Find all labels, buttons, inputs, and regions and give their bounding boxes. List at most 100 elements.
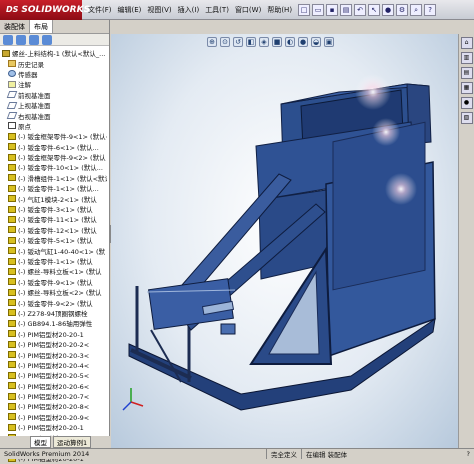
light-glint-1 bbox=[355, 74, 391, 110]
feature-tree-icon[interactable] bbox=[3, 35, 13, 45]
part-icon bbox=[8, 361, 16, 369]
menu-view[interactable]: 视图(V) bbox=[147, 5, 171, 15]
solidworks-logo[interactable]: DS SOLIDWORKS bbox=[0, 0, 90, 20]
tree-item-label: (-) PIM铝型材20-20-6< bbox=[18, 382, 90, 391]
graphics-viewport[interactable] bbox=[111, 34, 458, 448]
view-settings-icon[interactable]: ▣ bbox=[324, 37, 334, 47]
tree-item[interactable]: (-) 钣金零件-9<1> (默认 bbox=[2, 277, 107, 287]
file-explorer-icon[interactable]: ▤ bbox=[460, 67, 473, 79]
tree-item[interactable]: (-) GB894.1-86轴用弹性 bbox=[2, 318, 107, 328]
appearances-icon[interactable]: ● bbox=[460, 97, 473, 109]
tab-assembly[interactable]: 装配体 bbox=[0, 20, 30, 33]
config-manager-icon[interactable] bbox=[29, 35, 39, 45]
tree-item-label: (-) 钣金框架零件-9<2> (默认 bbox=[18, 154, 106, 163]
tree-item[interactable]: 前视基准面 bbox=[2, 90, 107, 100]
save-icon[interactable]: ▪ bbox=[326, 3, 339, 16]
light-glint-2 bbox=[372, 118, 400, 146]
open-icon[interactable]: ▭ bbox=[312, 3, 325, 16]
part-icon bbox=[8, 247, 16, 255]
tree-item[interactable]: 原点 bbox=[2, 121, 107, 131]
tree-item[interactable]: (-) 螺丝-导料立板<2> (默认 bbox=[2, 287, 107, 297]
tree-item[interactable]: (-) PIM铝型材20-20-5< bbox=[2, 370, 107, 380]
menu-edit[interactable]: 编辑(E) bbox=[118, 5, 142, 15]
tree-item[interactable]: (-) 钣金零件-1<1> (默认 bbox=[2, 256, 107, 266]
tree-item[interactable]: (-) 钣动气缸1-40-40<1> (默 bbox=[2, 245, 107, 256]
tree-item[interactable]: (-) PIM铝型材20-20-4< bbox=[2, 360, 107, 370]
display-manager-icon[interactable] bbox=[42, 35, 52, 45]
tab-layout[interactable]: 布局 bbox=[30, 20, 53, 33]
part-icon bbox=[8, 413, 16, 421]
tree-item[interactable]: (-) PIM铝型材20-20-7< bbox=[2, 391, 107, 401]
part-icon bbox=[8, 195, 16, 203]
body-right-inner bbox=[332, 121, 426, 291]
tree-item[interactable]: 螺丝-上料结构-1 (默认<默认_... bbox=[2, 48, 107, 58]
edit-appearance-icon[interactable]: ● bbox=[298, 37, 308, 47]
select-icon[interactable]: ↖ bbox=[368, 3, 381, 16]
tree-item-label: (-) 钣金零件-1<1> (默认 bbox=[18, 258, 93, 266]
tree-item[interactable]: (-) 钣金框架零件-9<2> (默认 bbox=[2, 152, 107, 162]
tree-item[interactable]: (-) PIM铝型材20-20-1 bbox=[2, 422, 107, 432]
tree-item[interactable]: (-) 钣金零件-6<1> (默认... bbox=[2, 142, 107, 152]
options-icon[interactable]: ⚙ bbox=[396, 3, 409, 16]
tree-item-label: 右视基准面 bbox=[18, 112, 51, 121]
tree-item[interactable]: (-) 钣金零件-3<1> (默认 bbox=[2, 204, 107, 214]
tree-item[interactable]: 注解 bbox=[2, 79, 107, 89]
zoom-to-fit-icon[interactable]: ⊕ bbox=[207, 37, 217, 47]
previous-view-icon[interactable]: ↺ bbox=[233, 37, 243, 47]
new-icon[interactable]: □ bbox=[298, 3, 311, 16]
tree-item[interactable]: 历史记录 bbox=[2, 58, 107, 69]
tab-motion-study[interactable]: 运动算例1 bbox=[53, 436, 92, 448]
view-palette-icon[interactable]: ▦ bbox=[460, 82, 473, 94]
tree-item[interactable]: (-) 钣金零件-10<1> (默认... bbox=[2, 162, 107, 172]
zoom-area-icon[interactable]: ⊙ bbox=[220, 37, 230, 47]
hide-show-icon[interactable]: ◐ bbox=[285, 37, 295, 47]
tree-item[interactable]: (-) 气缸1模块-2<1> (默认 bbox=[2, 193, 107, 204]
menu-file[interactable]: 文件(F) bbox=[88, 5, 112, 15]
tree-item[interactable]: (-) PIM铝型材20-20-8< bbox=[2, 401, 107, 411]
view-orientation-icon[interactable]: ◈ bbox=[259, 37, 269, 47]
tree-item[interactable]: (-) PIM铝型材20-20-2< bbox=[2, 339, 107, 349]
menu-insert[interactable]: 插入(I) bbox=[178, 5, 200, 15]
search-icon[interactable]: ⌕ bbox=[410, 3, 423, 16]
help-icon[interactable]: ? bbox=[424, 3, 437, 16]
tree-item[interactable]: (-) Z278-94顶圈钢螺栓 bbox=[2, 308, 107, 318]
resources-icon[interactable]: ⌂ bbox=[460, 37, 473, 49]
print-icon[interactable]: ▤ bbox=[340, 3, 353, 16]
rebuild-icon[interactable]: ● bbox=[382, 3, 395, 16]
scene-icon[interactable]: ◒ bbox=[311, 37, 321, 47]
section-view-icon[interactable]: ◧ bbox=[246, 37, 256, 47]
tree-item-label: (-) 钣金零件-1<1> (默认... bbox=[18, 185, 99, 194]
tree-item[interactable]: (-) 钣金零件-9<2> (默认 bbox=[2, 297, 107, 308]
tree-item[interactable]: (-) PIM铝型材20-20-1 bbox=[2, 329, 107, 339]
tree-item[interactable]: 右视基准面 bbox=[2, 110, 107, 121]
part-icon bbox=[8, 153, 16, 161]
tree-item[interactable]: (-) 滑槽组件-1<1> (默认<默认 bbox=[2, 173, 107, 183]
menu-help[interactable]: 帮助(H) bbox=[267, 5, 292, 15]
tree-item[interactable]: 上视基准面 bbox=[2, 100, 107, 110]
menu-tools[interactable]: 工具(T) bbox=[205, 5, 229, 15]
status-definition: 完全定义 bbox=[266, 449, 301, 459]
menu-window[interactable]: 窗口(W) bbox=[235, 5, 261, 15]
tree-item[interactable]: (-) 钣金零件-11<1> (默认 bbox=[2, 214, 107, 224]
custom-properties-icon[interactable]: ▧ bbox=[460, 112, 473, 124]
property-manager-icon[interactable] bbox=[16, 35, 26, 45]
tree-item[interactable]: (-) PIM铝型材20-20-9< bbox=[2, 412, 107, 422]
tree-item[interactable]: (-) 钣金零件-12<1> (默认 bbox=[2, 225, 107, 235]
tree-item[interactable]: (-) PIM铝型材20-20-3< bbox=[2, 349, 107, 360]
status-editing: 在编辑 装配体 bbox=[301, 449, 351, 459]
display-style-icon[interactable]: ■ bbox=[272, 37, 282, 47]
tree-item-label: 历史记录 bbox=[18, 60, 44, 69]
design-library-icon[interactable]: ▥ bbox=[460, 52, 473, 64]
tab-model[interactable]: 模型 bbox=[30, 436, 51, 448]
note-icon bbox=[8, 80, 16, 88]
frame-rail bbox=[130, 348, 192, 380]
part-icon bbox=[8, 423, 16, 431]
tree-item[interactable]: (-) 钣金零件-5<1> (默认 bbox=[2, 235, 107, 245]
undo-icon[interactable]: ↶ bbox=[354, 3, 367, 16]
tree-item[interactable]: (-) 钣金框架零件-9<1> (默认< bbox=[2, 131, 107, 141]
status-help-icon[interactable]: ? bbox=[467, 450, 470, 458]
tree-item[interactable]: (-) PIM铝型材20-20-6< bbox=[2, 381, 107, 391]
tree-item[interactable]: (-) 钣金零件-1<1> (默认... bbox=[2, 183, 107, 193]
tree-item[interactable]: 传感器 bbox=[2, 69, 107, 79]
tree-item[interactable]: (-) 螺丝-导料立板<1> (默认 bbox=[2, 266, 107, 276]
